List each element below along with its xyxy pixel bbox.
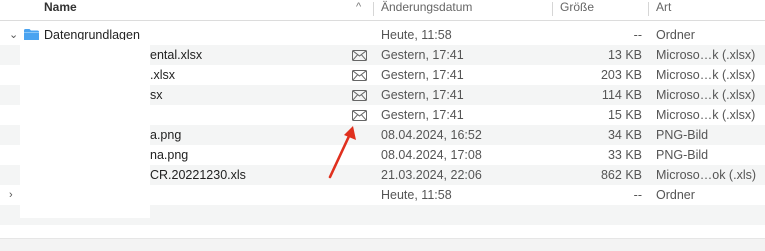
file-kind: PNG-Bild xyxy=(656,128,709,142)
column-name-header[interactable]: Name xyxy=(44,0,77,18)
column-divider[interactable] xyxy=(552,2,553,16)
envelope-icon[interactable] xyxy=(352,110,367,121)
column-kind-header[interactable]: Art xyxy=(656,0,671,18)
date-modified: 21.03.2024, 22:06 xyxy=(381,168,482,182)
file-size: -- xyxy=(633,188,642,202)
file-name: ental.xlsx xyxy=(150,48,203,62)
file-kind: Microso…k (.xlsx) xyxy=(656,88,756,102)
file-name: CR.20221230.xls xyxy=(150,168,246,182)
date-modified: 08.04.2024, 16:52 xyxy=(381,128,482,142)
sort-chevron-icon[interactable]: ^ xyxy=(356,0,361,18)
envelope-icon[interactable] xyxy=(352,70,367,81)
file-kind: Ordner xyxy=(656,28,695,42)
file-size: -- xyxy=(633,28,642,42)
file-size: 203 KB xyxy=(600,68,642,82)
file-size: 33 KB xyxy=(607,148,642,162)
column-divider[interactable] xyxy=(648,2,649,16)
redaction-overlay xyxy=(20,40,150,218)
file-size: 114 KB xyxy=(601,88,642,102)
column-header: Name ^ Änderungsdatum Größe Art xyxy=(0,0,765,21)
column-divider[interactable] xyxy=(373,2,374,16)
status-bar xyxy=(0,238,765,251)
date-modified: Gestern, 17:41 xyxy=(381,48,464,62)
file-size: 13 KB xyxy=(607,48,642,62)
file-kind: Microso…ok (.xls) xyxy=(656,168,757,182)
file-name: .xlsx xyxy=(150,68,175,82)
file-kind: Microso…k (.xlsx) xyxy=(656,48,756,62)
date-modified: Heute, 11:58 xyxy=(381,188,452,202)
column-size-header[interactable]: Größe xyxy=(560,0,594,18)
envelope-icon[interactable] xyxy=(352,90,367,101)
column-date-header[interactable]: Änderungsdatum xyxy=(381,0,472,18)
date-modified: 08.04.2024, 17:08 xyxy=(381,148,482,162)
file-name: a.png xyxy=(150,128,182,142)
file-kind: Microso…k (.xlsx) xyxy=(656,108,756,122)
envelope-icon[interactable] xyxy=(352,50,367,61)
file-kind: PNG-Bild xyxy=(656,148,709,162)
date-modified: Gestern, 17:41 xyxy=(381,88,464,102)
file-size: 15 KB xyxy=(607,108,642,122)
file-kind: Ordner xyxy=(656,188,695,202)
date-modified: Heute, 11:58 xyxy=(381,28,452,42)
date-modified: Gestern, 17:41 xyxy=(381,108,464,122)
file-name: na.png xyxy=(150,148,189,162)
file-size: 862 KB xyxy=(600,168,642,182)
annotation-arrow-icon xyxy=(328,126,356,179)
file-size: 34 KB xyxy=(607,128,642,142)
file-kind: Microso…k (.xlsx) xyxy=(656,68,756,82)
date-modified: Gestern, 17:41 xyxy=(381,68,464,82)
file-name: sx xyxy=(150,88,163,102)
